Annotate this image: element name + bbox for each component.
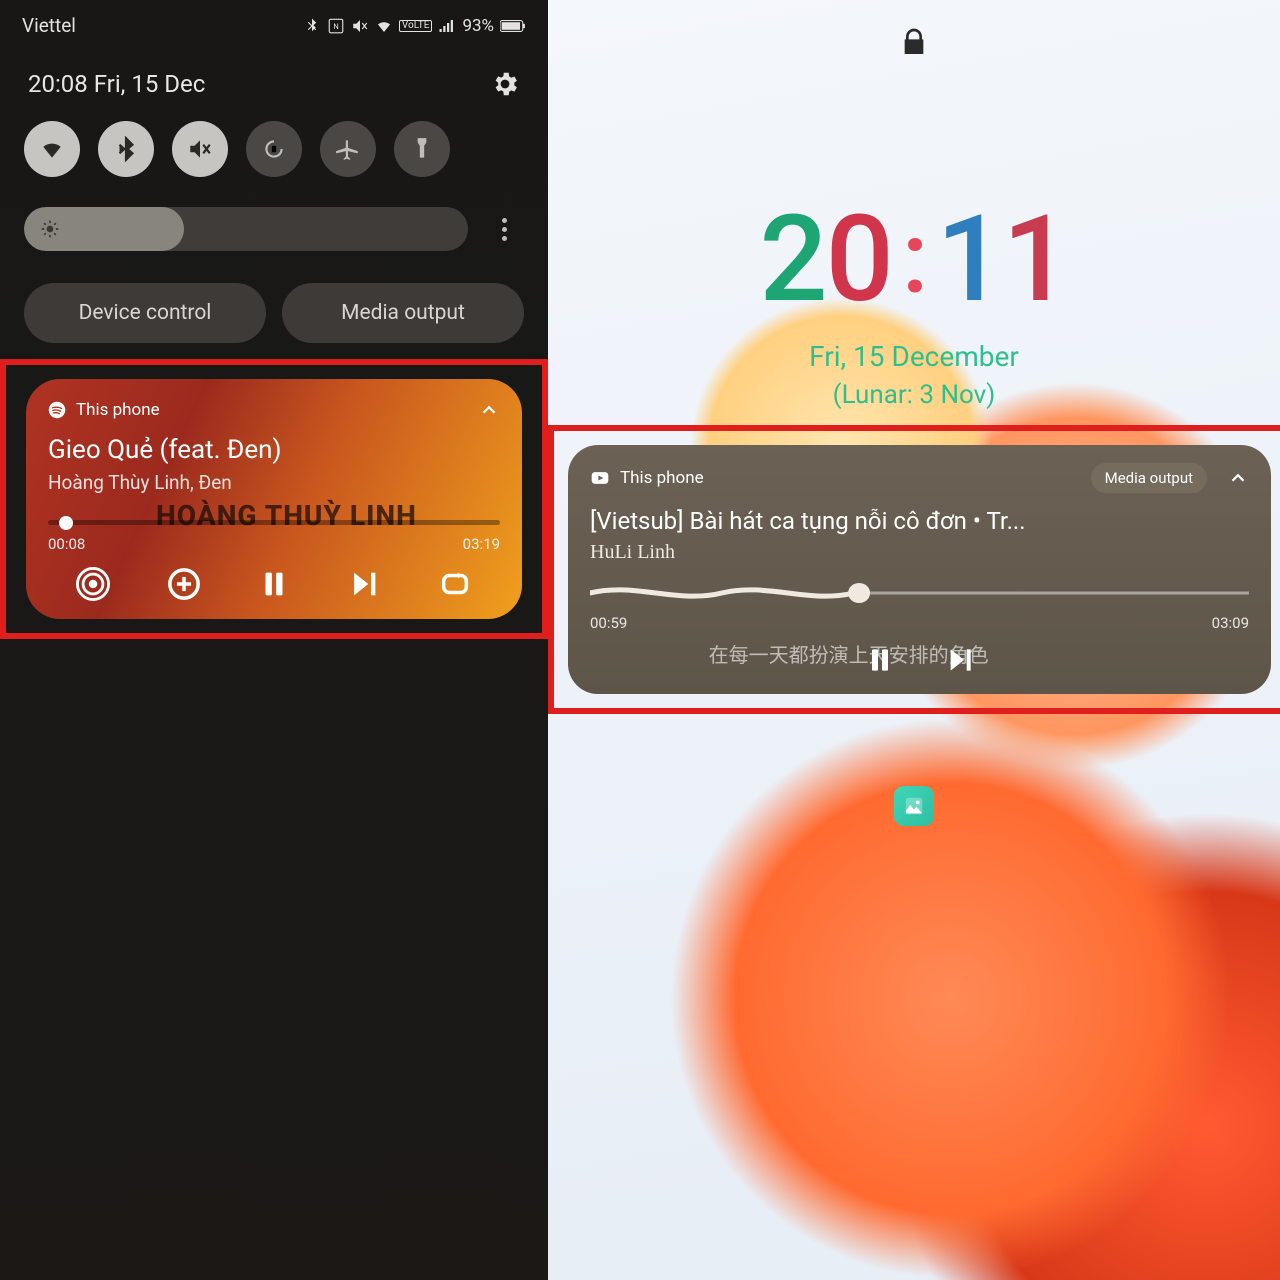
total-time: 03:09: [1212, 614, 1249, 632]
status-bar: Viettel N VoLTE 93%: [0, 0, 548, 51]
quick-toggles: [0, 121, 548, 177]
youtube-icon: [590, 468, 610, 488]
total-time: 03:19: [463, 535, 500, 553]
carrier-label: Viettel: [22, 14, 76, 37]
waveform-progress[interactable]: [590, 580, 1249, 606]
track-artist: HuLi Linh: [590, 541, 1249, 564]
elapsed-time: 00:59: [590, 614, 627, 632]
chevron-up-icon[interactable]: [478, 399, 500, 421]
brightness-icon: [40, 219, 60, 239]
media-output-label: Media output: [341, 301, 465, 325]
battery-percent: 93%: [462, 16, 494, 36]
flashlight-toggle[interactable]: [394, 121, 450, 177]
track-title: Gieo Quẻ (feat. Đen): [48, 435, 500, 465]
track-title: [Vietsub] Bài hát ca tụng nỗi cô đơn • T…: [590, 507, 1249, 535]
lockscreen-lunar: (Lunar: 3 Nov): [548, 380, 1280, 410]
progress-bar[interactable]: [48, 520, 500, 525]
track-artist: Hoàng Thùy Linh, Đen: [48, 471, 500, 494]
music-card-header: This phone Media output: [590, 463, 1249, 493]
image-icon: [903, 795, 925, 817]
clock-m2: 1: [1002, 190, 1068, 330]
wifi-icon: [375, 17, 393, 35]
panel-header: 20:08 Fri, 15 Dec: [0, 51, 548, 121]
playback-controls: [590, 644, 1249, 676]
track-times: 00:08 03:19: [48, 535, 500, 553]
clock-m1: 1: [936, 190, 1002, 330]
svg-text:N: N: [333, 22, 338, 31]
rotation-lock-toggle[interactable]: [246, 121, 302, 177]
brightness-row: [24, 207, 524, 251]
music-card-youtube[interactable]: 在每一天都扮演上天安排的角色 This phone Media output […: [568, 445, 1271, 694]
clock-h2: 0: [826, 190, 892, 330]
volte-icon: VoLTE: [399, 20, 433, 32]
spotify-icon: [48, 401, 66, 419]
airplane-toggle[interactable]: [320, 121, 376, 177]
cast-icon[interactable]: [76, 567, 110, 601]
device-control-label: Device control: [79, 301, 212, 325]
chevron-up-icon[interactable]: [1227, 467, 1249, 489]
highlight-box-right: 在每一天都扮演上天安排的角色 This phone Media output […: [548, 425, 1280, 714]
album-art-text: HOÀNG THUỲ LINH: [156, 499, 417, 532]
track-times: 00:59 03:09: [590, 614, 1249, 632]
playback-controls: [48, 567, 500, 601]
brightness-slider[interactable]: [24, 207, 468, 251]
pause-icon[interactable]: [864, 644, 896, 676]
more-options-icon[interactable]: [484, 218, 524, 241]
device-control-chip[interactable]: Device control: [24, 283, 266, 343]
battery-icon: [500, 19, 526, 33]
lockscreen: 2 0 : 1 1 Fri, 15 December (Lunar: 3 Nov…: [548, 0, 1280, 1280]
lockscreen-date: Fri, 15 December: [548, 340, 1280, 373]
mute-toggle[interactable]: [172, 121, 228, 177]
music-source: This phone: [76, 400, 160, 420]
status-icons: N VoLTE 93%: [303, 16, 526, 36]
lock-icon: [898, 26, 930, 62]
highlight-box-left: HOÀNG THUỲ LINH This phone Gieo Quẻ (fea…: [0, 359, 548, 639]
repeat-icon[interactable]: [438, 567, 472, 601]
media-output-chip[interactable]: Media output: [282, 283, 524, 343]
elapsed-time: 00:08: [48, 535, 85, 553]
bluetooth-toggle[interactable]: [98, 121, 154, 177]
next-icon[interactable]: [944, 644, 976, 676]
gallery-shortcut[interactable]: [894, 786, 934, 826]
panel-clock-date: 20:08 Fri, 15 Dec: [28, 70, 205, 98]
mute-icon: [351, 17, 369, 35]
add-icon[interactable]: [167, 567, 201, 601]
clock-colon: :: [902, 200, 926, 317]
notification-panel: Viettel N VoLTE 93% 20:08 Fri, 15 Dec De…: [0, 0, 548, 1280]
music-card-spotify[interactable]: HOÀNG THUỲ LINH This phone Gieo Quẻ (fea…: [26, 379, 522, 619]
next-icon[interactable]: [347, 567, 381, 601]
music-source: This phone: [620, 468, 704, 488]
signal-icon: [438, 17, 456, 35]
clock-h1: 2: [759, 190, 825, 330]
wifi-toggle[interactable]: [24, 121, 80, 177]
music-card-header: This phone: [48, 399, 500, 421]
nfc-icon: N: [327, 17, 345, 35]
pause-icon[interactable]: [257, 567, 291, 601]
lockscreen-clock: 2 0 : 1 1: [759, 190, 1068, 330]
qs-chips: Device control Media output: [0, 267, 548, 359]
settings-icon[interactable]: [490, 69, 520, 99]
media-output-chip[interactable]: Media output: [1091, 463, 1207, 493]
bluetooth-icon: [303, 17, 321, 35]
